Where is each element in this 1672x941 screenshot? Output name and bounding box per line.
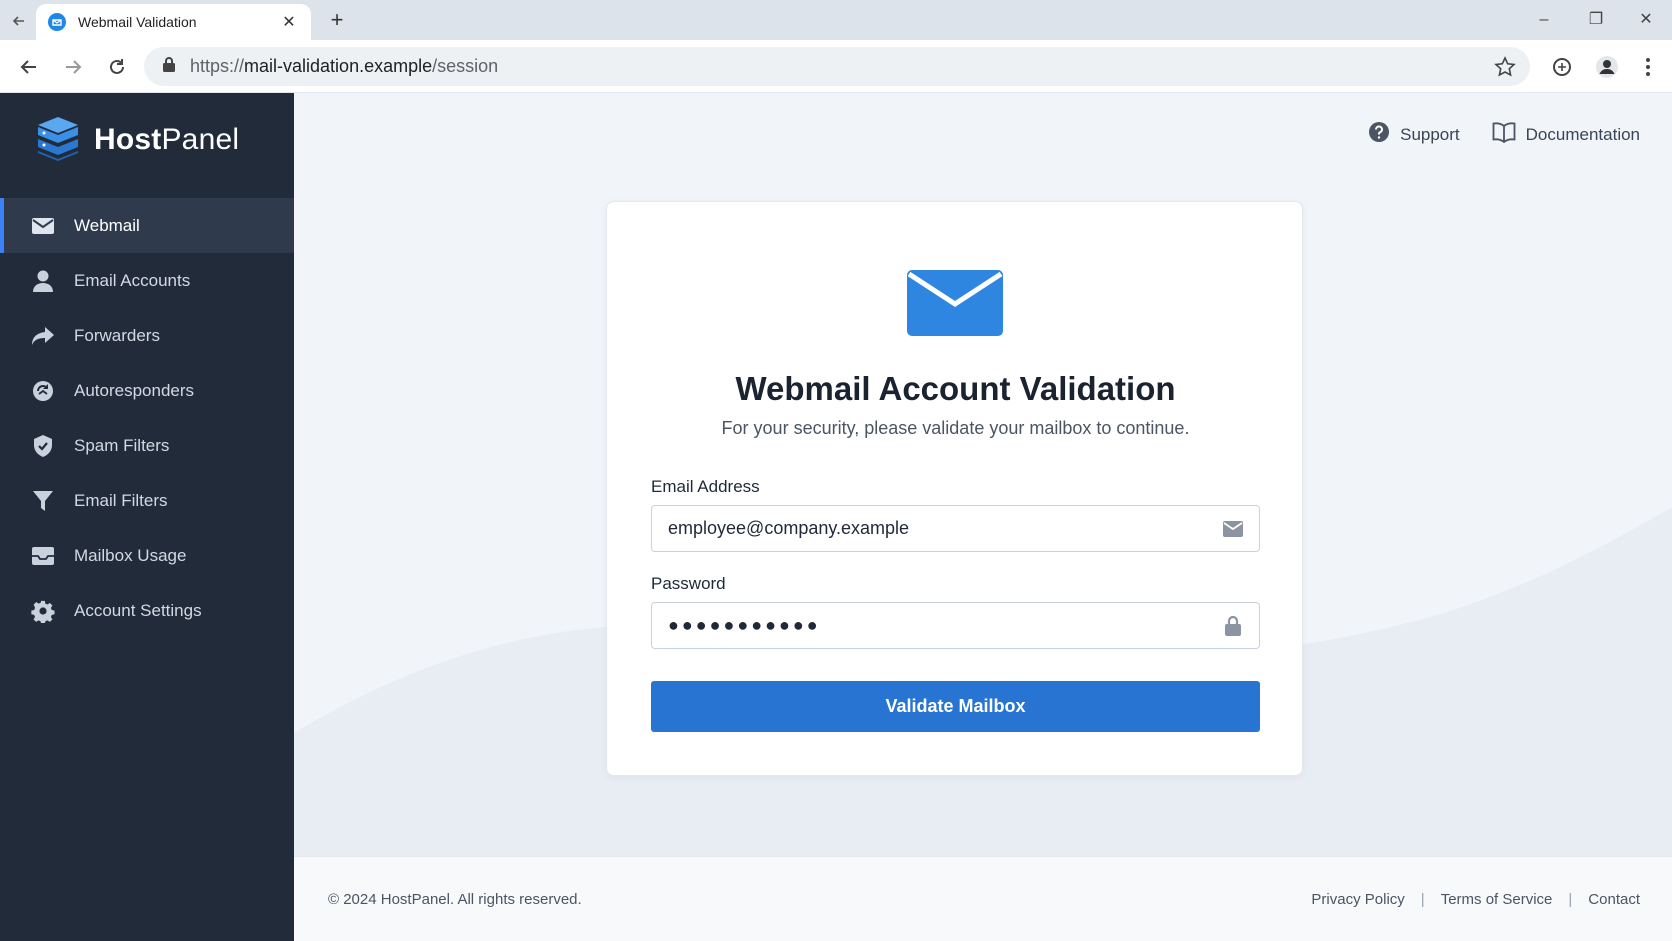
tab-favicon-icon xyxy=(48,13,66,31)
sidebar-item-email-accounts[interactable]: Email Accounts xyxy=(0,253,294,308)
mail-icon xyxy=(1221,517,1245,541)
terms-of-service-link[interactable]: Terms of Service xyxy=(1441,891,1553,908)
email-label: Email Address xyxy=(651,477,760,496)
tab-title: Webmail Validation xyxy=(78,14,197,30)
server-stack-icon xyxy=(36,115,80,166)
privacy-policy-link[interactable]: Privacy Policy xyxy=(1311,891,1404,908)
share-arrow-icon xyxy=(30,323,56,349)
extension-icon[interactable] xyxy=(1548,53,1576,81)
documentation-label: Documentation xyxy=(1525,124,1640,144)
user-icon xyxy=(30,268,56,294)
sidebar-item-account-settings[interactable]: Account Settings xyxy=(0,583,294,638)
inbox-icon xyxy=(30,543,56,569)
header-links: Support Documentation xyxy=(1336,121,1640,148)
password-field[interactable]: ●●●●●●●●●●● xyxy=(651,602,1260,649)
browser-toolbar: https://mail-validation.example/session xyxy=(0,40,1672,93)
forward-button[interactable] xyxy=(60,54,86,80)
footer-links: Privacy Policy | Terms of Service | Cont… xyxy=(1311,891,1640,908)
address-bar[interactable]: https://mail-validation.example/session xyxy=(144,47,1530,86)
brand-name: HostPanel xyxy=(94,123,240,156)
sidebar-item-spam-filters[interactable]: Spam Filters xyxy=(0,418,294,473)
gear-icon xyxy=(30,598,56,624)
sidebar-item-mailbox-usage[interactable]: Mailbox Usage xyxy=(0,528,294,583)
envelope-icon xyxy=(907,270,1003,341)
book-open-icon xyxy=(1492,121,1526,148)
footer: © 2024 HostPanel. All rights reserved. P… xyxy=(294,856,1672,941)
browser-tab-bar: Webmail Validation ✕ + – ❐ ✕ xyxy=(0,0,1672,40)
main-content: Support Documentation Webmail Account Va… xyxy=(294,93,1672,856)
support-label: Support xyxy=(1400,124,1460,144)
validate-mailbox-button[interactable]: Validate Mailbox xyxy=(651,681,1260,732)
password-value: ●●●●●●●●●●● xyxy=(668,615,821,635)
validation-card: Webmail Account Validation For your secu… xyxy=(606,201,1303,776)
sidebar-item-label: Email Filters xyxy=(74,490,168,510)
sidebar-item-email-filters[interactable]: Email Filters xyxy=(0,473,294,528)
sidebar-item-forwarders[interactable]: Forwarders xyxy=(0,308,294,363)
sidebar-item-label: Email Accounts xyxy=(74,270,191,290)
sidebar: HostPanel Webmail Email Accounts Forward… xyxy=(0,93,294,941)
sidebar-item-autoresponders[interactable]: Autoresponders xyxy=(0,363,294,418)
browser-menu-icon[interactable] xyxy=(1634,53,1662,81)
url-text: https://mail-validation.example/session xyxy=(190,56,499,76)
footer-separator: | xyxy=(1568,891,1573,908)
browser-tab[interactable]: Webmail Validation ✕ xyxy=(36,4,311,40)
reload-button[interactable] xyxy=(104,54,130,80)
back-button[interactable] xyxy=(16,54,42,80)
minimize-button[interactable]: – xyxy=(1524,8,1564,32)
sidebar-item-label: Account Settings xyxy=(74,600,202,620)
card-subtitle: For your security, please validate your … xyxy=(721,418,1190,438)
autoresponder-icon xyxy=(30,378,56,404)
documentation-link[interactable]: Documentation xyxy=(1492,121,1640,148)
sidebar-item-webmail[interactable]: Webmail xyxy=(0,198,294,253)
funnel-icon xyxy=(30,488,56,514)
padlock-icon xyxy=(1221,614,1245,638)
shield-check-icon xyxy=(30,433,56,459)
copyright-text: © 2024 HostPanel. All rights reserved. xyxy=(328,891,582,908)
email-field[interactable]: employee@company.example xyxy=(651,505,1260,552)
sidebar-item-label: Forwarders xyxy=(74,325,160,345)
bookmark-star-icon[interactable] xyxy=(1494,56,1516,78)
tab-back-arrow-icon[interactable] xyxy=(8,10,30,32)
profile-avatar-icon[interactable] xyxy=(1593,53,1621,81)
email-value: employee@company.example xyxy=(668,518,910,538)
sidebar-item-label: Autoresponders xyxy=(74,380,195,400)
envelope-icon xyxy=(30,213,56,239)
lock-icon xyxy=(162,56,176,77)
new-tab-button[interactable]: + xyxy=(324,9,350,33)
close-window-button[interactable]: ✕ xyxy=(1626,8,1666,32)
tab-close-icon[interactable]: ✕ xyxy=(279,12,299,32)
footer-separator: | xyxy=(1420,891,1425,908)
help-circle-icon xyxy=(1368,121,1400,148)
sidebar-item-label: Mailbox Usage xyxy=(74,545,187,565)
restore-button[interactable]: ❐ xyxy=(1576,8,1616,32)
brand-logo[interactable]: HostPanel xyxy=(36,115,239,165)
password-label: Password xyxy=(651,574,726,593)
sidebar-nav: Webmail Email Accounts Forwarders Autore… xyxy=(0,198,294,638)
contact-link[interactable]: Contact xyxy=(1588,891,1640,908)
card-title: Webmail Account Validation xyxy=(735,370,1176,407)
sidebar-item-label: Spam Filters xyxy=(74,435,170,455)
sidebar-item-label: Webmail xyxy=(74,215,140,235)
support-link[interactable]: Support xyxy=(1368,121,1460,148)
